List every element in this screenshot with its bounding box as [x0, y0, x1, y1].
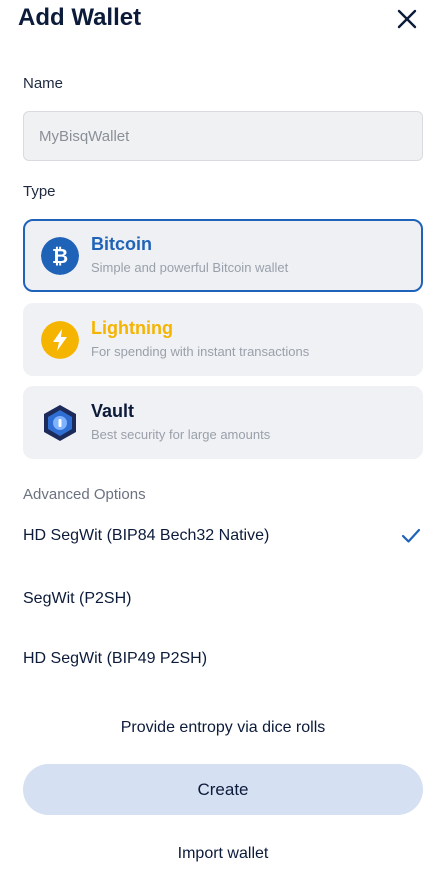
svg-text:₿: ₿	[52, 244, 68, 268]
vault-description: Best security for large amounts	[91, 427, 271, 442]
option-label: HD SegWit (BIP84 Bech32 Native)	[23, 527, 270, 544]
option-hd-segwit-bip84[interactable]: HD SegWit (BIP84 Bech32 Native)	[23, 517, 423, 557]
lightning-icon	[41, 321, 79, 359]
option-segwit-p2sh[interactable]: SegWit (P2SH)	[23, 580, 423, 620]
option-label: HD SegWit (BIP49 P2SH)	[23, 650, 208, 667]
bitcoin-icon: ₿	[41, 237, 79, 275]
name-label: Name	[23, 75, 64, 92]
create-button[interactable]: Create	[23, 764, 423, 815]
bitcoin-title: Bitcoin	[91, 234, 152, 254]
option-label: SegWit (P2SH)	[23, 590, 132, 607]
wallet-type-bitcoin[interactable]: ₿ Bitcoin Simple and powerful Bitcoin wa…	[23, 219, 423, 292]
lightning-description: For spending with instant transactions	[91, 344, 310, 359]
type-label: Type	[23, 183, 56, 200]
vault-icon	[44, 405, 76, 441]
close-icon[interactable]	[396, 8, 418, 30]
vault-title: Vault	[91, 401, 135, 421]
header: Add Wallet	[0, 0, 446, 40]
option-hd-segwit-bip49[interactable]: HD SegWit (BIP49 P2SH)	[23, 640, 423, 680]
wallet-type-vault[interactable]: Vault Best security for large amounts	[23, 386, 423, 459]
lightning-title: Lightning	[91, 318, 173, 338]
bitcoin-description: Simple and powerful Bitcoin wallet	[91, 260, 289, 275]
advanced-options-label: Advanced Options	[23, 486, 146, 503]
wallet-type-lightning[interactable]: Lightning For spending with instant tran…	[23, 303, 423, 376]
page-title: Add Wallet	[18, 4, 142, 31]
import-wallet-button[interactable]: Import wallet	[0, 845, 446, 863]
wallet-name-input[interactable]	[23, 111, 423, 161]
checkmark-icon	[401, 528, 421, 543]
entropy-dice-rolls-button[interactable]: Provide entropy via dice rolls	[0, 719, 446, 737]
